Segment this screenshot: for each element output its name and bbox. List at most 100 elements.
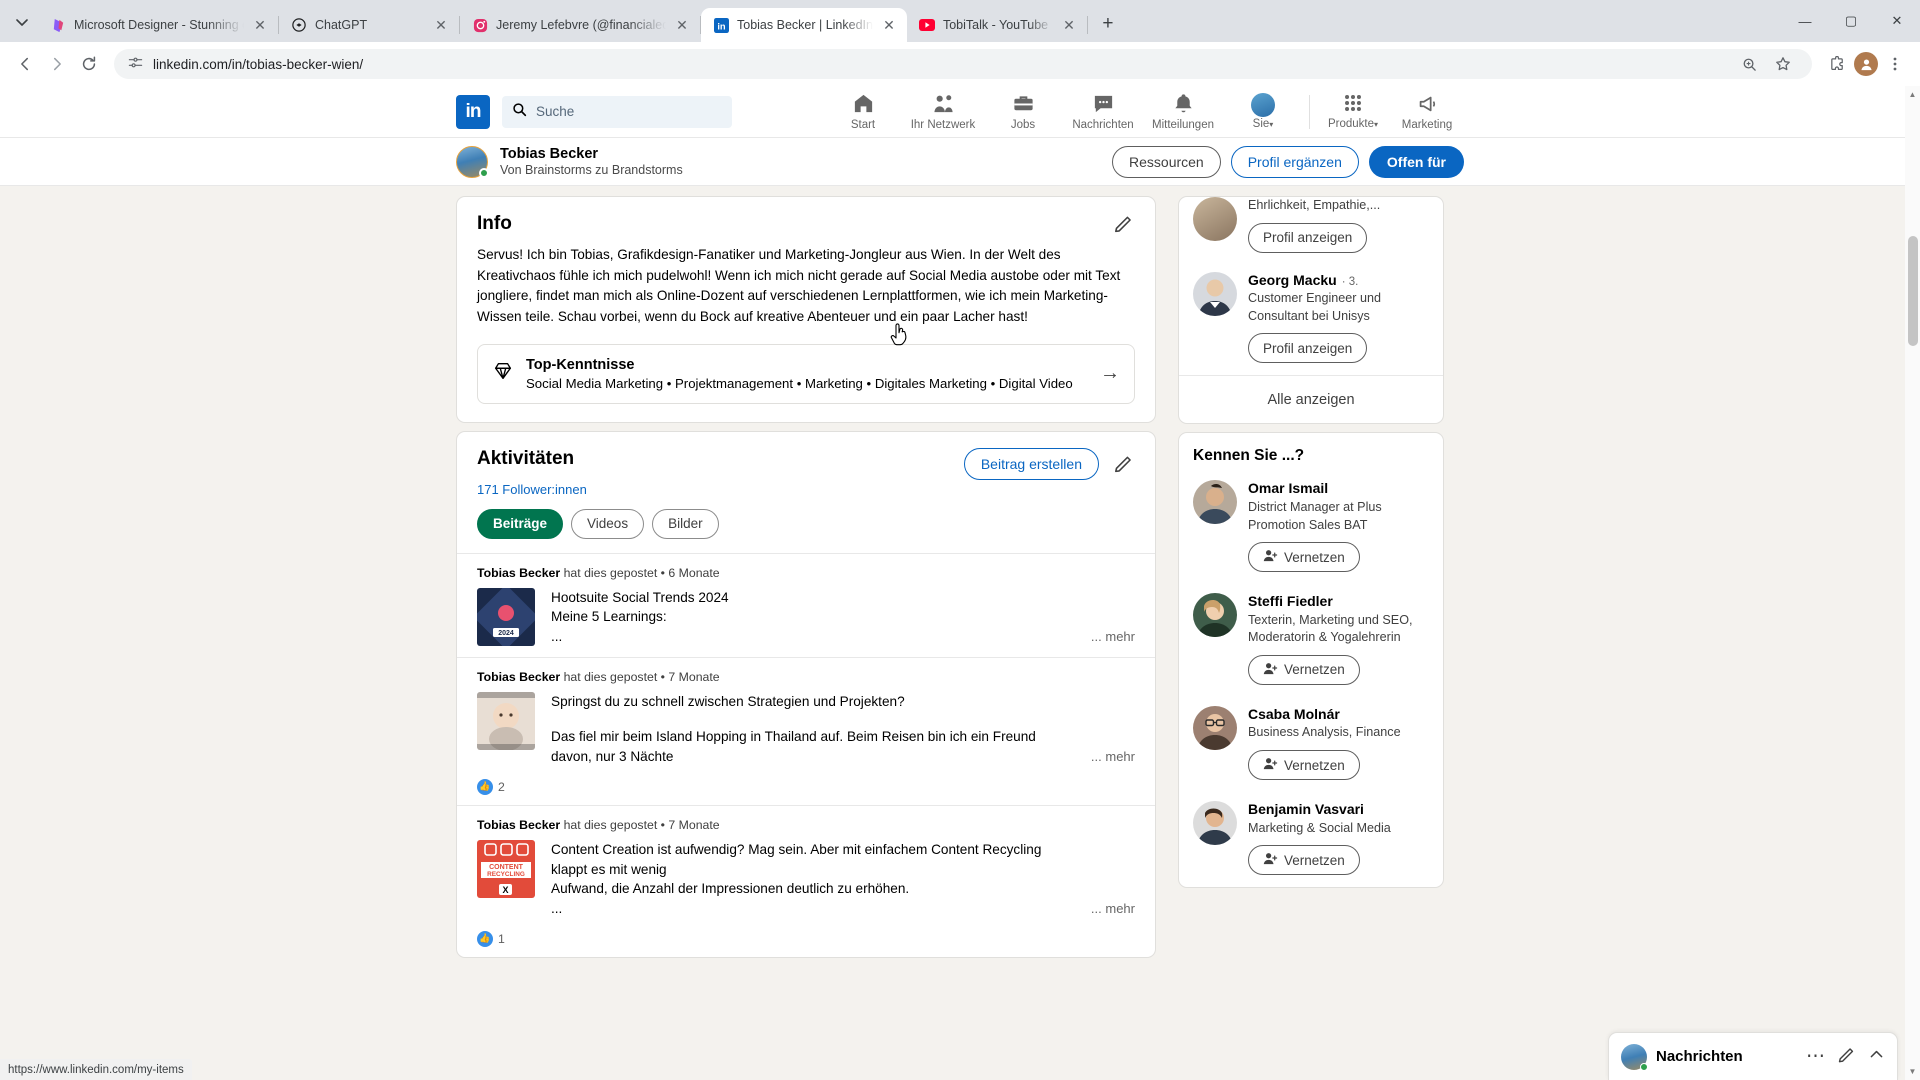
address-bar[interactable]: linkedin.com/in/tobias-becker-wien/ (114, 49, 1812, 79)
chrome-menu-icon[interactable] (1880, 49, 1910, 79)
avatar[interactable] (1621, 1043, 1648, 1071)
nav-item-start[interactable]: Start (823, 86, 903, 138)
tab-search-icon[interactable] (8, 7, 36, 37)
post-reactions[interactable]: 👍 1 (477, 930, 1135, 947)
more-options-icon[interactable]: ⋯ (1806, 1047, 1825, 1066)
avatar[interactable] (456, 145, 489, 178)
post-thumbnail[interactable]: CONTENT RECYCLING X (477, 839, 535, 898)
filter-videos[interactable]: Videos (571, 508, 645, 539)
person-name[interactable]: Benjamin Vasvari (1248, 801, 1429, 819)
browser-tab[interactable]: Microsoft Designer - Stunning d ✕ (38, 8, 278, 42)
person-name[interactable]: Georg Macku (1248, 272, 1337, 290)
profile-content: Info Servus! Ich bin Tobias, Grafikdesig… (456, 186, 1464, 966)
show-all-button[interactable]: Alle anzeigen (1179, 375, 1443, 423)
nav-item-products[interactable]: Produkte▾ (1316, 86, 1390, 138)
nav-item-notifications[interactable]: Mitteilungen (1143, 86, 1223, 138)
close-window-button[interactable]: ✕ (1874, 0, 1920, 42)
post-item[interactable]: Tobias Becker hat dies gepostet • 7 Mona… (457, 804, 1155, 957)
nav-items: Start Ihr Netzwerk Jobs Nachrichten Mitt… (823, 86, 1464, 138)
nav-item-me[interactable]: Sie▾ (1223, 86, 1303, 138)
enhance-profile-button[interactable]: Profil ergänzen (1230, 145, 1359, 178)
site-settings-icon[interactable] (128, 55, 143, 73)
see-more-link[interactable]: ... mehr (1091, 748, 1135, 767)
filter-beitraege[interactable]: Beiträge (477, 508, 564, 539)
search-icon (512, 102, 527, 122)
post-thumbnail[interactable]: 2024 (477, 587, 535, 646)
connect-button[interactable]: Vernetzen (1248, 845, 1360, 876)
nav-item-messages[interactable]: Nachrichten (1063, 86, 1143, 138)
person-add-icon (1263, 661, 1278, 679)
arrow-right-icon[interactable]: → (1100, 362, 1120, 385)
compose-icon[interactable] (1837, 1045, 1856, 1069)
nav-item-jobs[interactable]: Jobs (983, 86, 1063, 138)
create-post-button[interactable]: Beitrag erstellen (963, 447, 1099, 480)
see-more-link[interactable]: ... mehr (1091, 628, 1135, 647)
people-you-may-know-card: Kennen Sie ...? Omar Ismail District Man… (1178, 432, 1444, 889)
edit-pencil-icon[interactable] (1113, 213, 1135, 235)
resources-button[interactable]: Ressourcen (1112, 145, 1221, 178)
top-skills-box[interactable]: Top-Kenntnisse Social Media Marketing • … (477, 322, 1135, 404)
chevron-up-icon[interactable] (1868, 1046, 1885, 1068)
connect-button[interactable]: Vernetzen (1248, 542, 1360, 573)
search-input[interactable] (536, 104, 722, 119)
scroll-down-arrow-icon[interactable]: ▼ (1908, 1067, 1917, 1076)
nav-item-network[interactable]: Ihr Netzwerk (903, 86, 983, 138)
linkedin-logo-icon[interactable]: in (456, 94, 490, 129)
edit-pencil-icon[interactable] (1113, 453, 1135, 475)
close-icon[interactable]: ✕ (674, 17, 690, 33)
open-to-button[interactable]: Offen für (1368, 145, 1464, 178)
filter-bilder[interactable]: Bilder (652, 508, 719, 539)
scroll-up-arrow-icon[interactable]: ▲ (1908, 90, 1917, 99)
nav-item-marketing[interactable]: Marketing (1390, 86, 1464, 138)
close-icon[interactable]: ✕ (881, 17, 897, 33)
avatar[interactable] (1193, 271, 1237, 316)
browser-tab[interactable]: Jeremy Lefebvre (@financialeduc ✕ (460, 8, 700, 42)
minimize-button[interactable]: — (1782, 0, 1828, 42)
person-name[interactable]: Csaba Molnár (1248, 706, 1429, 724)
avatar[interactable] (1193, 197, 1237, 241)
extensions-icon[interactable] (1822, 49, 1852, 79)
close-icon[interactable]: ✕ (433, 17, 449, 33)
person-name[interactable]: Omar Ismail (1248, 480, 1429, 498)
scrollbar-thumb[interactable] (1908, 236, 1918, 346)
avatar[interactable] (1193, 480, 1237, 525)
avatar[interactable] (1193, 801, 1237, 845)
like-icon: 👍 (477, 930, 493, 947)
person-name[interactable]: Steffi Fiedler (1248, 593, 1429, 611)
tab-strip: Microsoft Designer - Stunning d ✕ ChatGP… (0, 0, 1920, 42)
browser-profile-avatar[interactable] (1854, 52, 1878, 76)
post-reactions[interactable]: 👍 2 (477, 778, 1135, 795)
sticky-profile-bar: Tobias Becker Von Brainstorms zu Brandst… (0, 138, 1920, 186)
close-icon[interactable]: ✕ (252, 17, 268, 33)
bookmark-star-icon[interactable] (1768, 49, 1798, 79)
page-scrollbar[interactable]: ▲ ▼ (1905, 86, 1920, 1080)
forward-icon[interactable] (42, 49, 72, 79)
avatar[interactable] (1193, 593, 1237, 638)
close-icon[interactable]: ✕ (1061, 17, 1077, 33)
activity-filters: Beiträge Videos Bilder (457, 497, 1155, 539)
view-profile-button[interactable]: Profil anzeigen (1248, 333, 1368, 364)
new-tab-button[interactable]: + (1094, 10, 1122, 38)
avatar[interactable] (1193, 705, 1237, 750)
connect-button[interactable]: Vernetzen (1248, 750, 1360, 780)
zoom-icon[interactable] (1734, 49, 1764, 79)
back-icon[interactable] (10, 49, 40, 79)
svg-text:RECYCLING: RECYCLING (487, 871, 525, 878)
view-profile-button[interactable]: Profil anzeigen (1248, 222, 1368, 253)
maximize-button[interactable]: ▢ (1828, 0, 1874, 42)
post-item[interactable]: Tobias Becker hat dies gepostet • 6 Mona… (457, 552, 1155, 657)
browser-tab[interactable]: TobiTalk - YouTube ✕ (907, 8, 1087, 42)
nav-divider (1309, 94, 1310, 129)
post-thumbnail[interactable] (477, 691, 535, 750)
post-author: Tobias Becker (477, 669, 561, 684)
messaging-dock[interactable]: Nachrichten ⋯ (1608, 1032, 1898, 1080)
post-item[interactable]: Tobias Becker hat dies gepostet • 7 Mona… (457, 656, 1155, 805)
followers-count[interactable]: 171 Follower:innen (457, 480, 1155, 497)
top-skills-list: Social Media Marketing • Projektmanageme… (526, 375, 1073, 391)
browser-tab-active[interactable]: in Tobias Becker | LinkedIn ✕ (701, 8, 907, 42)
reload-icon[interactable] (74, 49, 104, 79)
see-more-link[interactable]: ... mehr (1091, 900, 1135, 919)
browser-tab[interactable]: ChatGPT ✕ (279, 8, 459, 42)
connect-button[interactable]: Vernetzen (1248, 654, 1360, 685)
search-box[interactable] (502, 95, 732, 128)
